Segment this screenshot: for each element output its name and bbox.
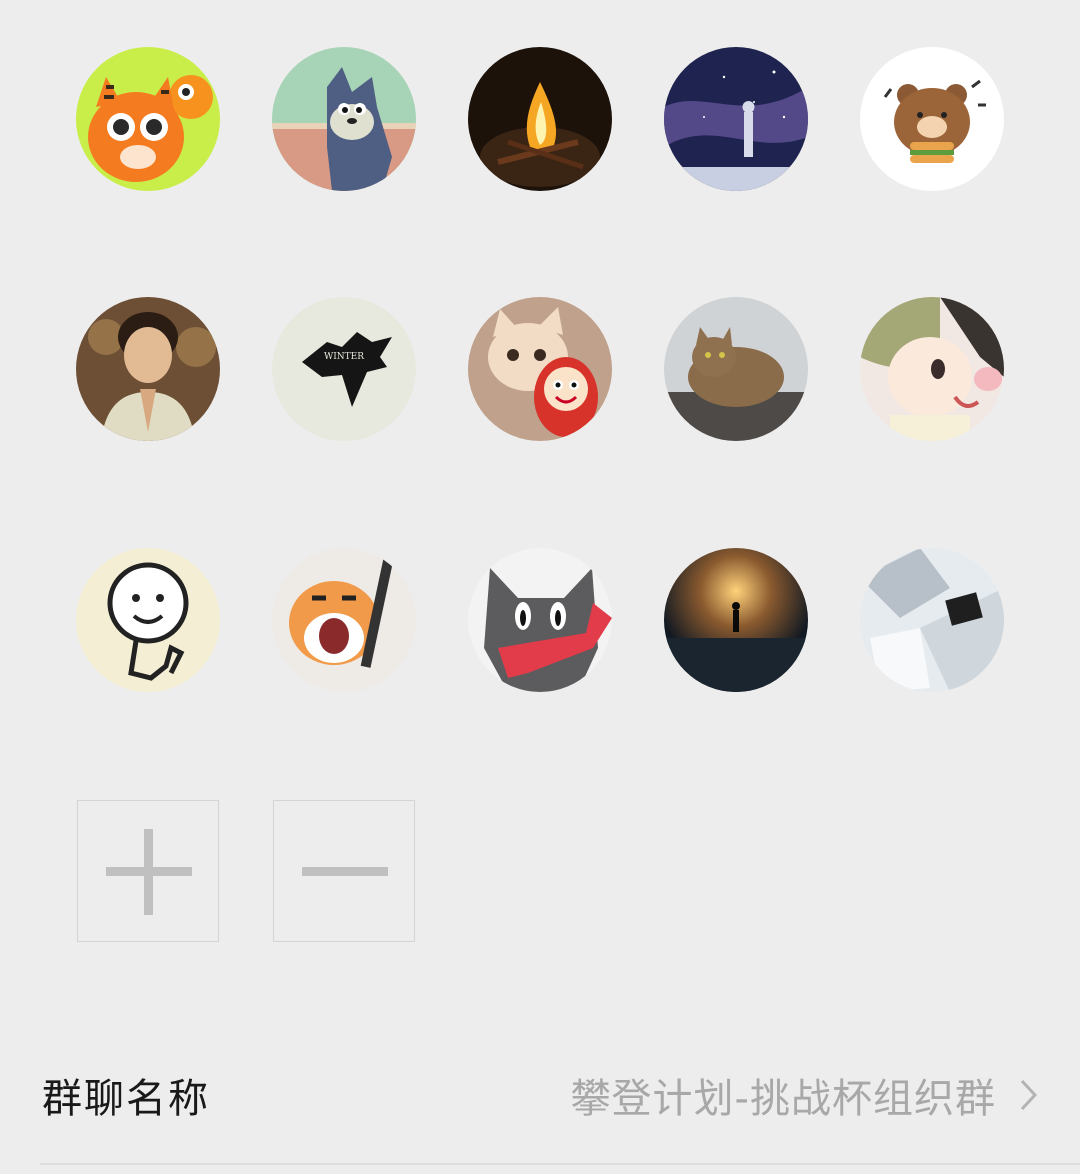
- member-avatar[interactable]: WINTER: [272, 297, 416, 441]
- member-avatar[interactable]: [76, 548, 220, 692]
- group-name-label: 群聊名称: [42, 1076, 210, 1122]
- shouting-cat-meme-avatar: [272, 548, 416, 692]
- tabby-cat-photo-avatar: [664, 297, 808, 441]
- minus-icon: [274, 801, 414, 941]
- man-praying-portrait-avatar: [76, 297, 220, 441]
- chevron-right-icon: [1020, 1079, 1038, 1111]
- member-avatar[interactable]: [272, 47, 416, 191]
- meme-doodle-avatar: [76, 548, 220, 692]
- member-avatar[interactable]: [860, 47, 1004, 191]
- divider: [40, 1163, 1080, 1165]
- remove-member-button[interactable]: [273, 800, 415, 942]
- tom-cat-cartoon-avatar: [272, 47, 416, 191]
- member-avatar[interactable]: [76, 297, 220, 441]
- anime-boy-avatar: [860, 297, 1004, 441]
- member-avatar[interactable]: [664, 47, 808, 191]
- member-avatar[interactable]: [468, 297, 612, 441]
- tiger-cartoon-avatar: [76, 47, 220, 191]
- member-avatar[interactable]: [664, 297, 808, 441]
- member-grid: WINTER: [0, 0, 1080, 960]
- member-avatar[interactable]: [272, 548, 416, 692]
- starry-sky-person-avatar: [664, 47, 808, 191]
- silhouette-light-avatar: [664, 548, 808, 692]
- svg-text:WINTER: WINTER: [324, 352, 364, 362]
- silver-foil-avatar: [860, 548, 1004, 692]
- member-avatar[interactable]: [468, 47, 612, 191]
- black-cat-red-scarf-avatar: [468, 548, 612, 692]
- group-name-value: 攀登计划-挑战杯组织群: [570, 1076, 996, 1122]
- group-name-row[interactable]: 群聊名称 攀登计划-挑战杯组织群: [42, 1050, 1040, 1140]
- add-member-button[interactable]: [77, 800, 219, 942]
- member-avatar[interactable]: [664, 548, 808, 692]
- winter-is-coming-wolf-avatar: WINTER: [272, 297, 416, 441]
- member-avatar[interactable]: [468, 548, 612, 692]
- brown-bear-burger-avatar: [860, 47, 1004, 191]
- member-avatar[interactable]: [76, 47, 220, 191]
- campfire-photo-avatar: [468, 47, 612, 191]
- member-avatar[interactable]: [860, 548, 1004, 692]
- cat-with-toy-avatar: [468, 297, 612, 441]
- member-avatar[interactable]: [860, 297, 1004, 441]
- plus-icon: [78, 801, 218, 941]
